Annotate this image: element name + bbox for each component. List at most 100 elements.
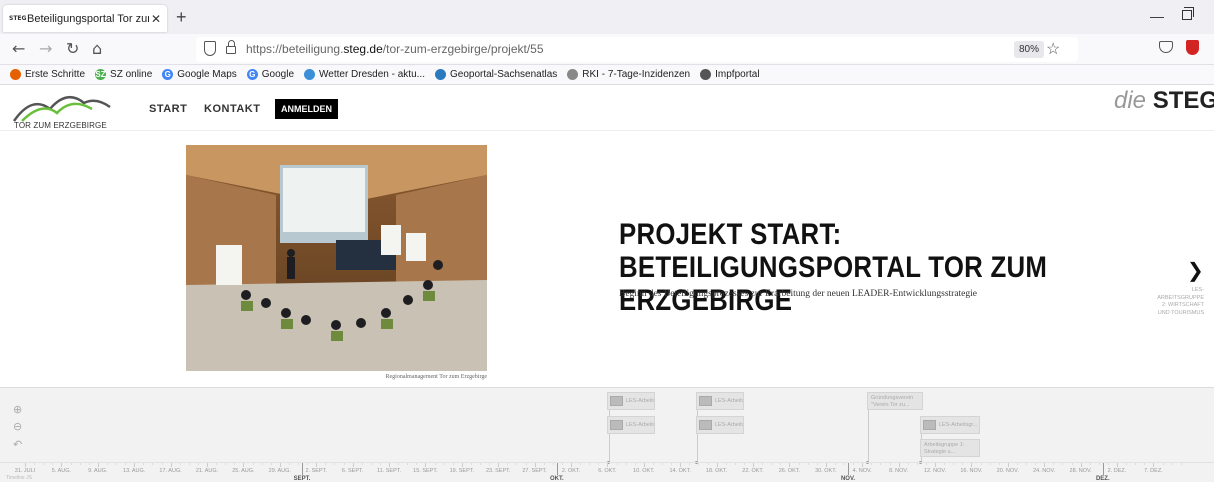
restore-window-button[interactable] bbox=[1182, 7, 1194, 20]
timeline-month-divider bbox=[848, 463, 849, 475]
timeline-minor-tick bbox=[307, 463, 309, 465]
close-tab-icon[interactable]: ✕ bbox=[151, 12, 161, 26]
ublock-shield-icon[interactable] bbox=[1186, 40, 1199, 55]
timeline-day-label: 9. AUG. bbox=[88, 468, 108, 474]
bookmark-star-icon[interactable]: ☆ bbox=[1046, 39, 1060, 59]
timeline-marker[interactable]: LES-Arbeitsgr... bbox=[696, 416, 744, 434]
bookmark-item[interactable]: Impfportal bbox=[700, 69, 760, 80]
image-thumbnail-icon bbox=[923, 420, 936, 430]
bookmark-item[interactable]: Erste Schritte bbox=[10, 69, 85, 80]
timeline-minor-tick bbox=[43, 463, 45, 465]
timeline-marker[interactable]: LES-Arbeitsgr... bbox=[920, 416, 980, 434]
address-bar[interactable]: https://beteiligung.steg.de/tor-zum-erzg… bbox=[196, 37, 1078, 62]
browser-tab[interactable]: STEG Beteiligungsportal Tor zum Erzg ✕ bbox=[3, 5, 167, 32]
timeline-marker[interactable]: LES-Arbeitsgr... bbox=[607, 392, 655, 410]
timeline-day-label: 6. SEPT. bbox=[341, 468, 364, 474]
bookmark-item[interactable]: G Google bbox=[246, 69, 294, 80]
timeline-minor-tick bbox=[143, 463, 145, 465]
timeline-minor-tick bbox=[634, 463, 636, 465]
timeline-minor-tick bbox=[889, 463, 891, 465]
timeline-minor-tick bbox=[516, 463, 518, 465]
menu-kontakt-link[interactable]: KONTAKT bbox=[204, 103, 260, 115]
timeline-minor-tick bbox=[70, 463, 72, 465]
timeline-minor-tick bbox=[1035, 463, 1037, 465]
zoom-out-icon[interactable]: ⊖ bbox=[13, 420, 22, 433]
die-steg-brand-logo[interactable]: die STEG bbox=[1114, 87, 1214, 115]
timeline-minor-tick bbox=[1162, 463, 1164, 465]
timeline-day-label: 7. DEZ. bbox=[1144, 468, 1163, 474]
zoom-level-badge[interactable]: 80% bbox=[1014, 41, 1045, 58]
slide-photo bbox=[186, 145, 487, 371]
timeline-tick bbox=[97, 463, 99, 467]
next-slide-label[interactable]: LES-ARBEITSGRUPPE 2: WIRTSCHAFT UND TOUR… bbox=[1152, 287, 1204, 317]
timeline-minor-tick bbox=[844, 463, 845, 465]
timeline-tick bbox=[134, 463, 136, 467]
timeline-tick bbox=[534, 463, 536, 467]
bookmark-favicon-icon: G bbox=[162, 69, 174, 80]
lock-icon[interactable] bbox=[226, 40, 236, 54]
timeline-minor-tick bbox=[1107, 463, 1109, 465]
timeline-minor-tick bbox=[106, 463, 108, 465]
timeline-tick bbox=[680, 463, 682, 467]
bookmark-item[interactable]: Geoportal-Sachsenatlas bbox=[434, 69, 558, 80]
next-slide-arrow-icon[interactable]: ❯ bbox=[1187, 258, 1204, 282]
timeline-month-divider bbox=[302, 463, 303, 475]
home-icon[interactable]: ⌂ bbox=[92, 39, 102, 59]
timeline-minor-tick bbox=[907, 463, 909, 465]
timeline-marker[interactable]: Arbeitsgruppe 1: Strategie u... bbox=[920, 439, 980, 457]
bookmark-favicon-icon bbox=[567, 69, 579, 80]
minimize-window-button[interactable]: — bbox=[1150, 8, 1164, 24]
new-tab-button[interactable]: + bbox=[176, 8, 187, 26]
timeline-day-label: 17. AUG. bbox=[159, 468, 182, 474]
timeline-month-divider bbox=[1102, 463, 1104, 475]
timeline-minor-tick bbox=[261, 463, 263, 465]
forward-arrow-icon[interactable]: → bbox=[39, 39, 52, 59]
url-text[interactable]: https://beteiligung.steg.de/tor-zum-erzg… bbox=[246, 42, 544, 56]
timeline-marker[interactable]: Gründungsverein "Verein Tor zu... bbox=[867, 392, 923, 410]
timeline-minor-tick bbox=[962, 463, 964, 465]
timeline-minor-tick bbox=[671, 463, 673, 465]
timeline-tick bbox=[862, 463, 864, 467]
timeline-day-label: 27. SEPT. bbox=[522, 468, 547, 474]
timeline-minor-tick bbox=[762, 463, 764, 465]
zoom-in-icon[interactable]: ⊕ bbox=[13, 403, 22, 416]
timeline-minor-tick bbox=[1171, 463, 1173, 465]
timeline-minor-tick bbox=[871, 463, 873, 465]
site-header: TOR ZUM ERZGEBIRGE START KONTAKT ANMELDE… bbox=[0, 85, 1214, 131]
reload-icon[interactable]: ↻ bbox=[66, 39, 79, 59]
timeline-minor-tick bbox=[552, 463, 554, 465]
timeline-minor-tick bbox=[325, 463, 327, 465]
timeline-day-label: 23. SEPT. bbox=[485, 468, 511, 474]
back-arrow-icon[interactable]: ← bbox=[12, 39, 25, 59]
timeline-minor-tick bbox=[725, 463, 727, 465]
login-button[interactable]: ANMELDEN bbox=[275, 99, 338, 119]
timeline-marker[interactable]: LES-Arbeitsgr... bbox=[607, 416, 655, 434]
timeline-minor-tick bbox=[480, 463, 481, 465]
timeline-day-label: 19. SEPT. bbox=[449, 468, 475, 474]
timeline-marker[interactable]: LES-Arbeitsgr... bbox=[696, 392, 744, 410]
timeline-minor-tick bbox=[662, 463, 663, 465]
menu-start-link[interactable]: START bbox=[149, 103, 187, 115]
timeline-minor-tick bbox=[589, 463, 591, 465]
timeline-day-label: 5. AUG. bbox=[51, 468, 72, 474]
bookmark-item[interactable]: G Google Maps bbox=[162, 69, 237, 80]
timeline-day-label: 6. OKT. bbox=[598, 468, 617, 474]
bookmark-item[interactable]: RKI - 7-Tage-Inzidenzen bbox=[567, 69, 690, 80]
timeline-tick bbox=[461, 463, 463, 467]
back-to-start-icon[interactable]: ↶ bbox=[13, 438, 22, 451]
bookmark-item[interactable]: SZ SZ online bbox=[95, 69, 152, 80]
timeline-day-label: 25. AUG. bbox=[232, 468, 255, 474]
timeline-minor-tick bbox=[543, 463, 545, 465]
timeline-minor-tick bbox=[1126, 463, 1128, 465]
timeline-minor-tick bbox=[1026, 463, 1027, 465]
timeline-tick bbox=[825, 463, 827, 467]
timeline-minor-tick bbox=[216, 463, 218, 465]
timeline-tick bbox=[1153, 463, 1155, 467]
timeline-minor-tick bbox=[853, 463, 855, 465]
bookmark-item[interactable]: Wetter Dresden - aktu... bbox=[304, 69, 425, 80]
pocket-icon[interactable] bbox=[1159, 41, 1173, 53]
tracking-protection-shield-icon[interactable] bbox=[204, 41, 216, 56]
bookmark-label: Impfportal bbox=[715, 69, 760, 80]
bookmark-label: Geoportal-Sachsenatlas bbox=[449, 69, 558, 80]
workshop-photo-image bbox=[186, 145, 487, 371]
